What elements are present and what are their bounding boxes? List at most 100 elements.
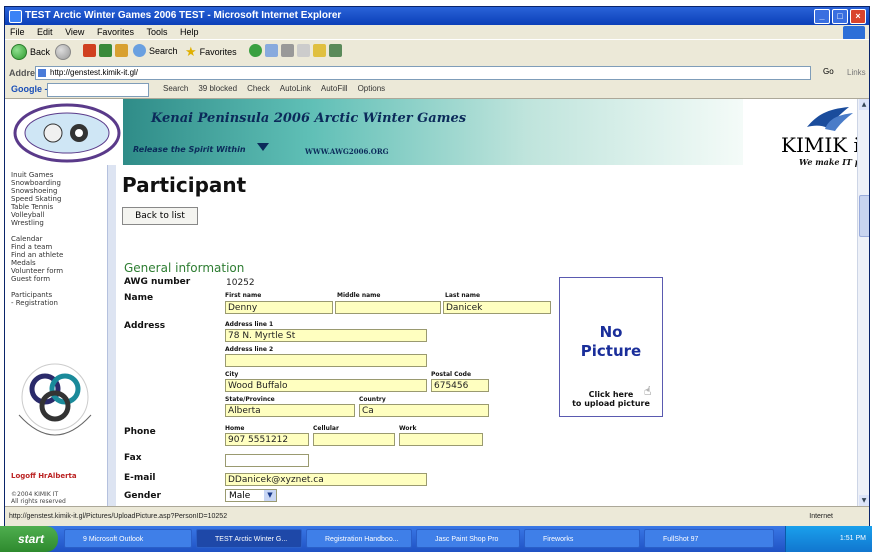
spell-check-button[interactable]: Check <box>247 84 270 93</box>
city-label: City <box>225 371 239 378</box>
minimize-button[interactable]: _ <box>814 9 830 24</box>
city-input[interactable]: Wood Buffalo <box>225 379 427 392</box>
banner-slogan: Release the Spirit Within <box>133 145 246 154</box>
address-input[interactable]: http://genstest.kimik-it.gl/ <box>35 66 811 80</box>
scroll-down-icon[interactable]: ▼ <box>859 495 869 506</box>
home-phone-input[interactable]: 907 5551212 <box>225 433 309 446</box>
history-icon[interactable] <box>265 44 278 57</box>
menu-file[interactable]: File <box>5 25 30 37</box>
sidebar-item-calendar[interactable]: Calendar <box>11 235 42 243</box>
search-button[interactable]: Search <box>133 44 178 57</box>
sidebar-item-registration[interactable]: - Registration <box>11 299 58 307</box>
google-logo[interactable]: Google - <box>11 84 48 94</box>
gender-label: Gender <box>124 491 161 501</box>
postal-code-input[interactable]: 675456 <box>431 379 489 392</box>
star-icon: ★ <box>185 44 197 59</box>
scroll-up-icon[interactable]: ▲ <box>859 99 869 110</box>
task-ie[interactable]: TEST Arctic Winter G... <box>196 529 302 548</box>
close-button[interactable]: × <box>850 9 866 24</box>
address-line1-input[interactable]: 78 N. Myrtle St <box>225 329 427 342</box>
messenger-icon[interactable] <box>329 44 342 57</box>
arctic-winter-games-logo-icon <box>18 363 92 436</box>
folder-icon[interactable] <box>313 44 326 57</box>
task-fullshot[interactable]: FullShot 97 <box>644 529 774 548</box>
sidebar-item-inuit-games[interactable]: Inuit Games <box>11 171 53 179</box>
go-button[interactable]: Go <box>823 67 834 76</box>
home-icon[interactable] <box>115 44 128 57</box>
sidebar-item-find-team[interactable]: Find a team <box>11 243 52 251</box>
task-paintshop[interactable]: Jasc Paint Shop Pro <box>416 529 520 548</box>
fax-label: Fax <box>124 453 142 463</box>
forward-arrow-icon <box>55 44 71 60</box>
email-label: E-mail <box>124 473 156 483</box>
links-label[interactable]: Links <box>847 68 866 77</box>
sidebar-item-speed-skating[interactable]: Speed Skating <box>11 195 61 203</box>
banner-url: WWW.AWG2006.ORG <box>305 147 389 156</box>
scroll-thumb[interactable] <box>859 195 869 237</box>
menu-edit[interactable]: Edit <box>32 25 58 37</box>
print-icon[interactable] <box>297 44 310 57</box>
autolink-button[interactable]: AutoLink <box>280 84 311 93</box>
ie-icon <box>9 10 22 23</box>
state-input[interactable]: Alberta <box>225 404 355 417</box>
work-phone-input[interactable] <box>399 433 483 446</box>
menu-tools[interactable]: Tools <box>141 25 172 37</box>
menu-help[interactable]: Help <box>175 25 204 37</box>
sidebar-item-participants[interactable]: Participants <box>11 291 52 299</box>
sidebar-item-medals[interactable]: Medals <box>11 259 36 267</box>
sidebar-item-find-athlete[interactable]: Find an athlete <box>11 251 63 259</box>
awg-number-value: 10252 <box>226 278 255 288</box>
sidebar-item-table-tennis[interactable]: Table Tennis <box>11 203 53 211</box>
clock[interactable]: 1:51 PM <box>840 535 866 542</box>
gender-select[interactable]: Male ▼ <box>225 489 277 502</box>
picture-upload-box[interactable]: No Picture Click here to upload picture … <box>559 277 663 417</box>
refresh-icon[interactable] <box>99 44 112 57</box>
start-button[interactable]: start <box>0 526 58 552</box>
maximize-button[interactable]: □ <box>832 9 848 24</box>
sidebar-item-snowshoeing[interactable]: Snowshoeing <box>11 187 57 195</box>
system-tray: 1:51 PM <box>785 526 872 552</box>
address-line2-input[interactable] <box>225 354 427 367</box>
menu-favorites[interactable]: Favorites <box>92 25 139 37</box>
stop-icon[interactable] <box>83 44 96 57</box>
task-handbook[interactable]: Registration Handboo... <box>306 529 412 548</box>
sidebar-item-snowboarding[interactable]: Snowboarding <box>11 179 61 187</box>
mail-icon[interactable] <box>281 44 294 57</box>
popup-blocked-button[interactable]: 39 blocked <box>198 84 237 93</box>
forward-button[interactable] <box>55 44 71 60</box>
middle-name-label: Middle name <box>337 292 381 299</box>
options-button[interactable]: Options <box>358 84 386 93</box>
sidebar-item-guest-form[interactable]: Guest form <box>11 275 50 283</box>
cell-phone-input[interactable] <box>313 433 395 446</box>
sidebar-item-volleyball[interactable]: Volleyball <box>11 211 45 219</box>
logoff-link[interactable]: Logoff HrAlberta <box>11 472 77 480</box>
email-input[interactable]: DDanicek@xyznet.ca <box>225 473 427 486</box>
task-fireworks[interactable]: Fireworks <box>524 529 640 548</box>
state-label: State/Province <box>225 396 275 403</box>
google-search-input[interactable] <box>47 83 149 97</box>
home-phone-label: Home <box>225 425 245 432</box>
first-name-input[interactable]: Denny <box>225 301 333 314</box>
vertical-scrollbar[interactable]: ▲ ▼ <box>857 99 869 506</box>
sidebar-nav: Inuit Games Snowboarding Snowshoeing Spe… <box>5 165 107 506</box>
sidebar-item-wrestling[interactable]: Wrestling <box>11 219 44 227</box>
media-icon[interactable] <box>249 44 262 57</box>
last-name-input[interactable]: Danicek <box>443 301 551 314</box>
back-to-list-button[interactable]: Back to list <box>122 207 198 225</box>
autofill-button[interactable]: AutoFill <box>321 84 348 93</box>
status-url: http://genstest.kimik-it.gl/Pictures/Upl… <box>9 513 228 520</box>
windows-logo-icon <box>843 26 865 40</box>
standard-toolbar: Back Search ★ Favorites <box>5 39 869 65</box>
window-title: TEST Arctic Winter Games 2006 TEST - Mic… <box>25 10 342 21</box>
chevron-down-icon: ▼ <box>264 490 276 501</box>
back-button[interactable]: Back <box>11 44 50 60</box>
task-outlook[interactable]: 9 Microsoft Outlook <box>64 529 192 548</box>
sidebar-item-volunteer-form[interactable]: Volunteer form <box>11 267 63 275</box>
favorites-button[interactable]: ★ Favorites <box>185 44 237 60</box>
country-input[interactable]: Ca <box>359 404 489 417</box>
site-banner: Kenai Peninsula 2006 Arctic Winter Games… <box>5 99 869 167</box>
menu-view[interactable]: View <box>60 25 89 37</box>
fax-input[interactable] <box>225 454 309 467</box>
google-search-button[interactable]: Search <box>163 84 188 93</box>
middle-name-input[interactable] <box>335 301 441 314</box>
